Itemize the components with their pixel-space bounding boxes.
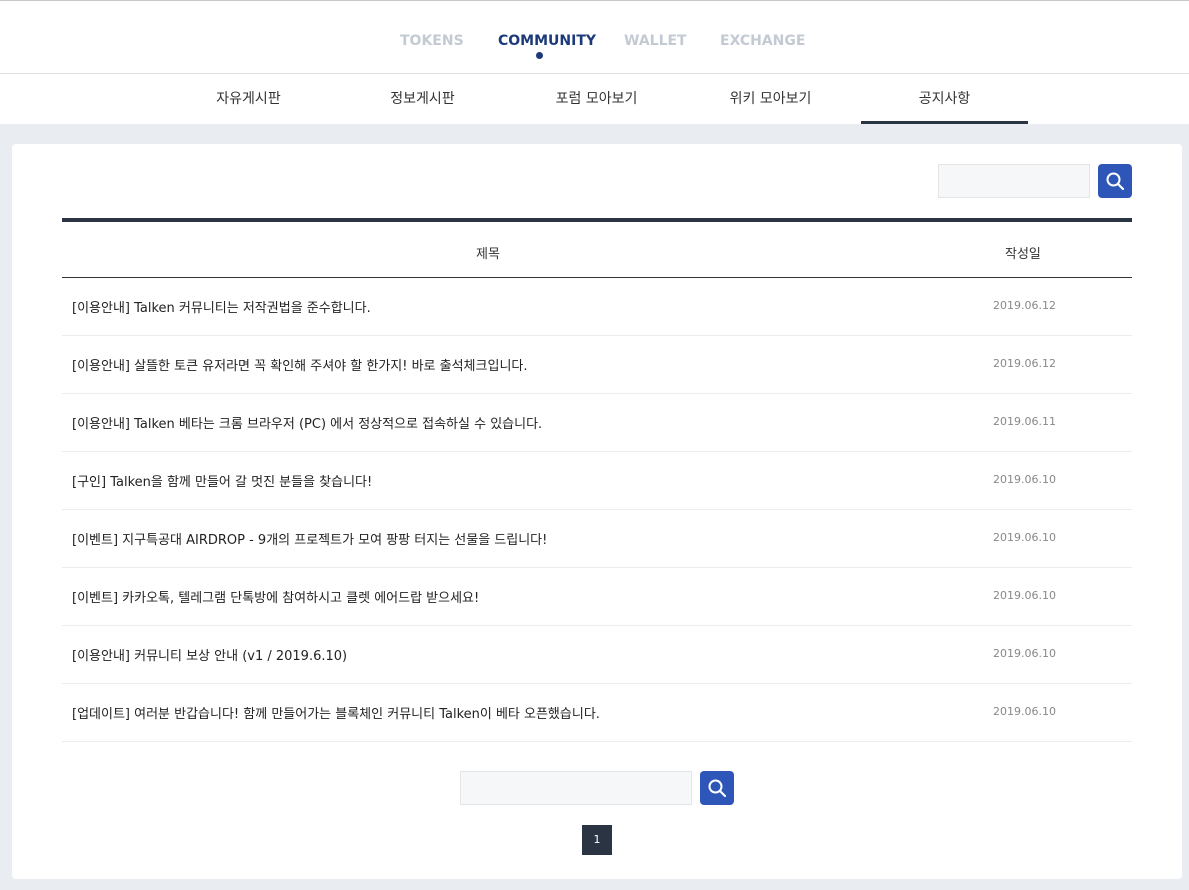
search-input-bottom[interactable] — [460, 771, 692, 805]
row-date: 2019.06.10 — [993, 647, 1056, 660]
row-date: 2019.06.12 — [993, 357, 1056, 370]
table-row[interactable]: [이용안내] Talken 베타는 크롬 브라우저 (PC) 에서 정상적으로 … — [62, 394, 1132, 452]
table-row[interactable]: [구인] Talken을 함께 만들어 갈 멋진 분들을 찾습니다! 2019.… — [62, 452, 1132, 510]
row-title[interactable]: [이용안내] 커뮤니티 보상 안내 (v1 / 2019.6.10) — [72, 645, 347, 664]
main-nav-tokens[interactable]: TOKENS — [400, 33, 464, 49]
search-input-top[interactable] — [938, 164, 1090, 198]
sub-nav-free-board[interactable]: 자유게시판 — [165, 74, 332, 124]
search-button-bottom[interactable] — [700, 771, 734, 805]
table-header: 제목 작성일 — [62, 218, 1132, 278]
pagination-page-current[interactable]: 1 — [582, 825, 612, 855]
row-title[interactable]: [업데이트] 여러분 반갑습니다! 함께 만들어가는 블록체인 커뮤니티 Tal… — [72, 703, 600, 722]
search-button-top[interactable] — [1098, 164, 1132, 198]
column-header-title: 제목 — [476, 247, 500, 262]
notice-table: 제목 작성일 [이용안내] Talken 커뮤니티는 저작권법을 준수합니다. … — [62, 218, 1132, 742]
sub-nav: 자유게시판 정보게시판 포럼 모아보기 위키 모아보기 공지사항 — [0, 74, 1189, 124]
sub-nav-wiki[interactable]: 위키 모아보기 — [687, 74, 854, 124]
main-nav: TOKENS COMMUNITY WALLET EXCHANGE — [0, 4, 1189, 74]
row-date: 2019.06.10 — [993, 589, 1056, 602]
sub-nav-info-board[interactable]: 정보게시판 — [339, 74, 506, 124]
table-row[interactable]: [업데이트] 여러분 반갑습니다! 함께 만들어가는 블록체인 커뮤니티 Tal… — [62, 684, 1132, 742]
row-date: 2019.06.11 — [993, 415, 1056, 428]
row-title[interactable]: [구인] Talken을 함께 만들어 갈 멋진 분들을 찾습니다! — [72, 471, 372, 490]
row-title[interactable]: [이용안내] Talken 베타는 크롬 브라우저 (PC) 에서 정상적으로 … — [72, 413, 542, 432]
search-icon — [708, 779, 727, 798]
row-date: 2019.06.10 — [993, 705, 1056, 718]
sub-nav-notice[interactable]: 공지사항 — [861, 74, 1028, 124]
row-title[interactable]: [이벤트] 카카오톡, 텔레그램 단톡방에 참여하시고 클렛 에어드랍 받으세요… — [72, 587, 479, 606]
row-date: 2019.06.12 — [993, 299, 1056, 312]
row-date: 2019.06.10 — [993, 531, 1056, 544]
table-row[interactable]: [이용안내] Talken 커뮤니티는 저작권법을 준수합니다. 2019.06… — [62, 278, 1132, 336]
sub-nav-forum[interactable]: 포럼 모아보기 — [513, 74, 680, 124]
main-nav-wallet[interactable]: WALLET — [624, 33, 687, 49]
row-title[interactable]: [이용안내] Talken 커뮤니티는 저작권법을 준수합니다. — [72, 297, 371, 316]
table-row[interactable]: [이용안내] 살뜰한 토큰 유저라면 꼭 확인해 주셔야 할 한가지! 바로 출… — [62, 336, 1132, 394]
main-nav-community[interactable]: COMMUNITY — [498, 33, 596, 49]
active-indicator-dot — [536, 52, 543, 59]
table-row[interactable]: [이벤트] 카카오톡, 텔레그램 단톡방에 참여하시고 클렛 에어드랍 받으세요… — [62, 568, 1132, 626]
row-title[interactable]: [이벤트] 지구특공대 AIRDROP - 9개의 프로젝트가 모여 팡팡 터지… — [72, 529, 547, 548]
notice-board-card: 제목 작성일 [이용안내] Talken 커뮤니티는 저작권법을 준수합니다. … — [12, 144, 1182, 879]
table-row[interactable]: [이용안내] 커뮤니티 보상 안내 (v1 / 2019.6.10) 2019.… — [62, 626, 1132, 684]
column-header-date: 작성일 — [1005, 247, 1041, 262]
row-date: 2019.06.10 — [993, 473, 1056, 486]
search-icon — [1106, 172, 1125, 191]
row-title[interactable]: [이용안내] 살뜰한 토큰 유저라면 꼭 확인해 주셔야 할 한가지! 바로 출… — [72, 355, 528, 374]
table-row[interactable]: [이벤트] 지구특공대 AIRDROP - 9개의 프로젝트가 모여 팡팡 터지… — [62, 510, 1132, 568]
main-nav-exchange[interactable]: EXCHANGE — [720, 33, 805, 49]
